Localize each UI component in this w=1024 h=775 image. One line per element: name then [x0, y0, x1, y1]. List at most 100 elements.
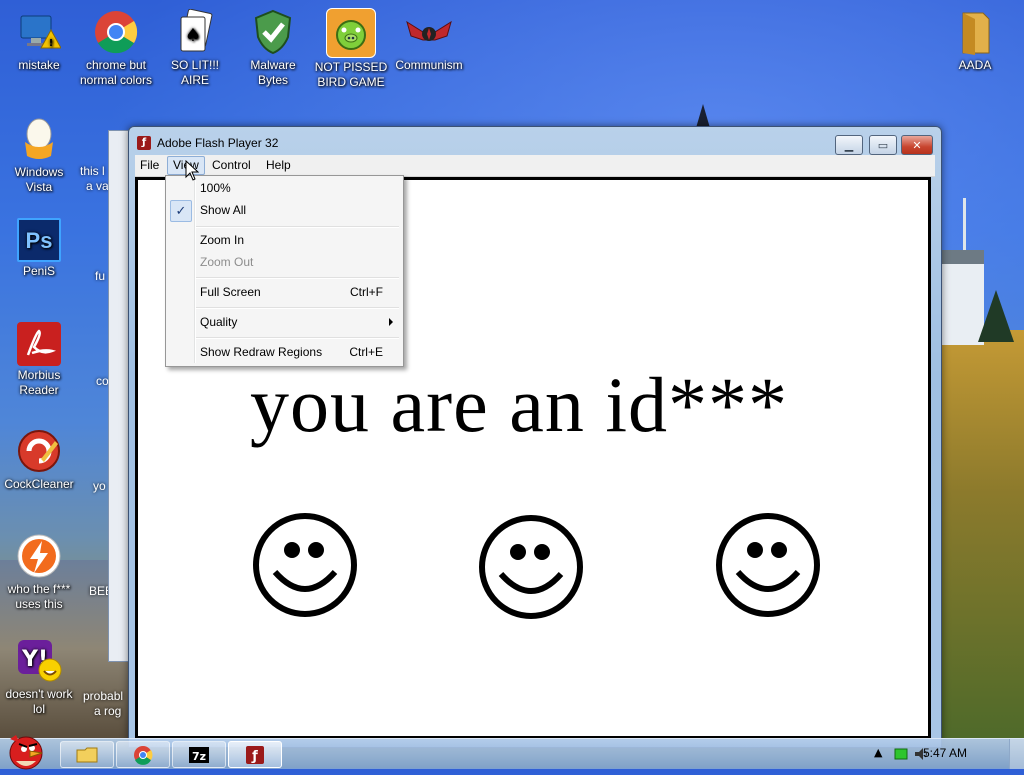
taskbar-button-chrome[interactable] [116, 741, 170, 768]
menu-item-zoom-in[interactable]: Zoom In [168, 229, 401, 251]
desktop-icon-mistake[interactable]: ! mistake [0, 8, 78, 73]
folder-icon [951, 8, 999, 56]
partial-icon-label: this l [80, 164, 105, 178]
desktop-icon-label: AADA [958, 58, 992, 72]
desktop-icon-label: NOT PISSED BIRD GAME [314, 60, 388, 89]
maximize-button[interactable]: ▭ [869, 135, 897, 155]
wallpaper-house-roof [936, 250, 984, 264]
menu-item-shortcut: Ctrl+F [350, 285, 383, 299]
yahoo-icon: Y! [15, 637, 63, 685]
lightning-icon [15, 532, 63, 580]
menu-control[interactable]: Control [207, 157, 256, 174]
desktop-icon-label: Communism [395, 58, 463, 72]
show-desktop-button[interactable] [1009, 739, 1024, 769]
menu-item-full-screen[interactable]: Full Screen Ctrl+F [168, 281, 401, 303]
taskbar-button-flash[interactable]: ƒ [228, 741, 282, 768]
desktop-icon-cleaner[interactable]: CockCleaner [0, 427, 78, 492]
desktop-icon-lightning[interactable]: who the f*** uses this [0, 532, 78, 612]
desktop-icon-morbius-reader[interactable]: Morbius Reader [0, 322, 78, 398]
start-button[interactable] [2, 731, 48, 771]
smiley-face-icon [479, 515, 583, 619]
system-tray: ▲ 5:47 AM [854, 739, 1024, 769]
smiley-face-icon [716, 513, 820, 617]
menu-file[interactable]: File [135, 157, 164, 174]
desktop-icon-label: CockCleaner [4, 477, 74, 491]
angry-bird-start-icon [9, 735, 43, 770]
maximize-icon: ▭ [877, 138, 889, 152]
shield-check-icon [249, 8, 297, 56]
content-text: you are an id*** [250, 361, 789, 448]
desktop-icon-label: mistake [18, 58, 60, 72]
desktop-icon-windows-vista[interactable]: Windows Vista [0, 115, 78, 195]
solitaire-icon: ♠ [171, 8, 219, 56]
egg-icon [15, 115, 63, 163]
desktop-icon-label: Morbius Reader [17, 368, 61, 397]
desktop-icon-label: Malware Bytes [250, 58, 296, 87]
desktop-icon-label: chrome but normal colors [79, 58, 153, 87]
close-button[interactable]: ✕ [901, 135, 933, 155]
partial-icon-label: fu [95, 269, 106, 283]
desktop-icon-label: who the f*** uses this [7, 582, 71, 611]
pig-icon [326, 8, 376, 58]
partial-icon-label: a rog [94, 704, 122, 718]
menu-item-label: Full Screen [200, 285, 261, 299]
menu-item-show-all[interactable]: ✓ Show All [168, 199, 401, 222]
desktop-icon-label: PeniS [22, 264, 56, 278]
photoshop-icon: Ps [17, 218, 61, 262]
menu-item-zoom-out: Zoom Out [168, 251, 401, 273]
desktop-icon-label: doesn't work lol [5, 687, 73, 716]
svg-text:!: ! [49, 38, 54, 49]
desktop-icon-aada[interactable]: AADA [936, 8, 1014, 73]
clock[interactable]: 5:47 AM [923, 746, 967, 760]
menu-item-label: Zoom Out [200, 255, 254, 269]
desktop-icon-solitaire[interactable]: ♠ SO LIT!!! AIRE [156, 8, 234, 88]
wallpaper-tree [978, 290, 1014, 342]
menu-item-label: Show Redraw Regions [200, 345, 323, 359]
desktop-icon-bird-game[interactable]: NOT PISSED BIRD GAME [312, 8, 390, 90]
menu-separator [196, 277, 399, 279]
menu-bar: File View Control Help [135, 155, 935, 177]
checkmark-icon: ✓ [170, 200, 192, 222]
pdf-icon [17, 322, 61, 366]
7zip-icon: 7z [189, 746, 209, 763]
partial-icon-label: probabl [83, 689, 124, 703]
show-hidden-icons-icon[interactable]: ▲ [874, 746, 882, 759]
taskbar-button-explorer[interactable] [60, 741, 114, 768]
minimize-icon: ▁ [844, 138, 854, 152]
menu-separator [196, 337, 399, 339]
menu-separator [196, 226, 399, 228]
desktop-icon-label: SO LIT!!! AIRE [170, 58, 219, 87]
view-menu-dropdown: 100% ✓ Show All Zoom In Zoom Out Full Sc… [165, 175, 404, 367]
menu-item-label: Quality [200, 315, 238, 329]
chrome-icon [92, 8, 140, 56]
flash-icon: ƒ [246, 745, 264, 764]
desktop-icon-yahoo[interactable]: Y! doesn't work lol [0, 637, 78, 717]
desktop-icon-communism[interactable]: Communism [390, 8, 468, 73]
title-bar[interactable]: ƒ Adobe Flash Player 32 ▁ ▭ ✕ [129, 127, 941, 157]
window-title: Adobe Flash Player 32 [157, 136, 279, 150]
menu-item-show-redraw-regions[interactable]: Show Redraw Regions Ctrl+E [168, 341, 401, 363]
desktop-icon-malware-bytes[interactable]: Malware Bytes [234, 8, 312, 88]
menu-item-100-percent[interactable]: 100% [168, 177, 401, 199]
desktop-icon-photoshop[interactable]: Ps PeniS [0, 218, 78, 279]
network-icon[interactable] [894, 748, 908, 760]
submenu-arrow-icon [389, 318, 393, 326]
menu-item-quality[interactable]: Quality [168, 311, 401, 333]
menu-item-label: Zoom In [200, 233, 245, 247]
svg-text:7z: 7z [192, 750, 206, 763]
taskbar-button-7zip[interactable]: 7z [172, 741, 226, 768]
svg-text:♠: ♠ [185, 25, 201, 46]
minimize-button[interactable]: ▁ [835, 135, 863, 155]
menu-separator [196, 307, 399, 309]
menu-item-label: Show All [200, 203, 247, 217]
menu-item-shortcut: Ctrl+E [349, 345, 383, 359]
pc-warning-icon: ! [15, 8, 63, 56]
partial-icon-label: a va [86, 179, 109, 193]
menu-help[interactable]: Help [261, 157, 296, 174]
smiley-face-icon [253, 513, 357, 617]
desktop-icon-chrome[interactable]: chrome but normal colors [77, 8, 155, 88]
partial-icon-label: co [96, 374, 109, 388]
emblem-icon [405, 8, 453, 56]
mouse-cursor-icon [185, 160, 199, 181]
explorer-icon [76, 747, 98, 762]
